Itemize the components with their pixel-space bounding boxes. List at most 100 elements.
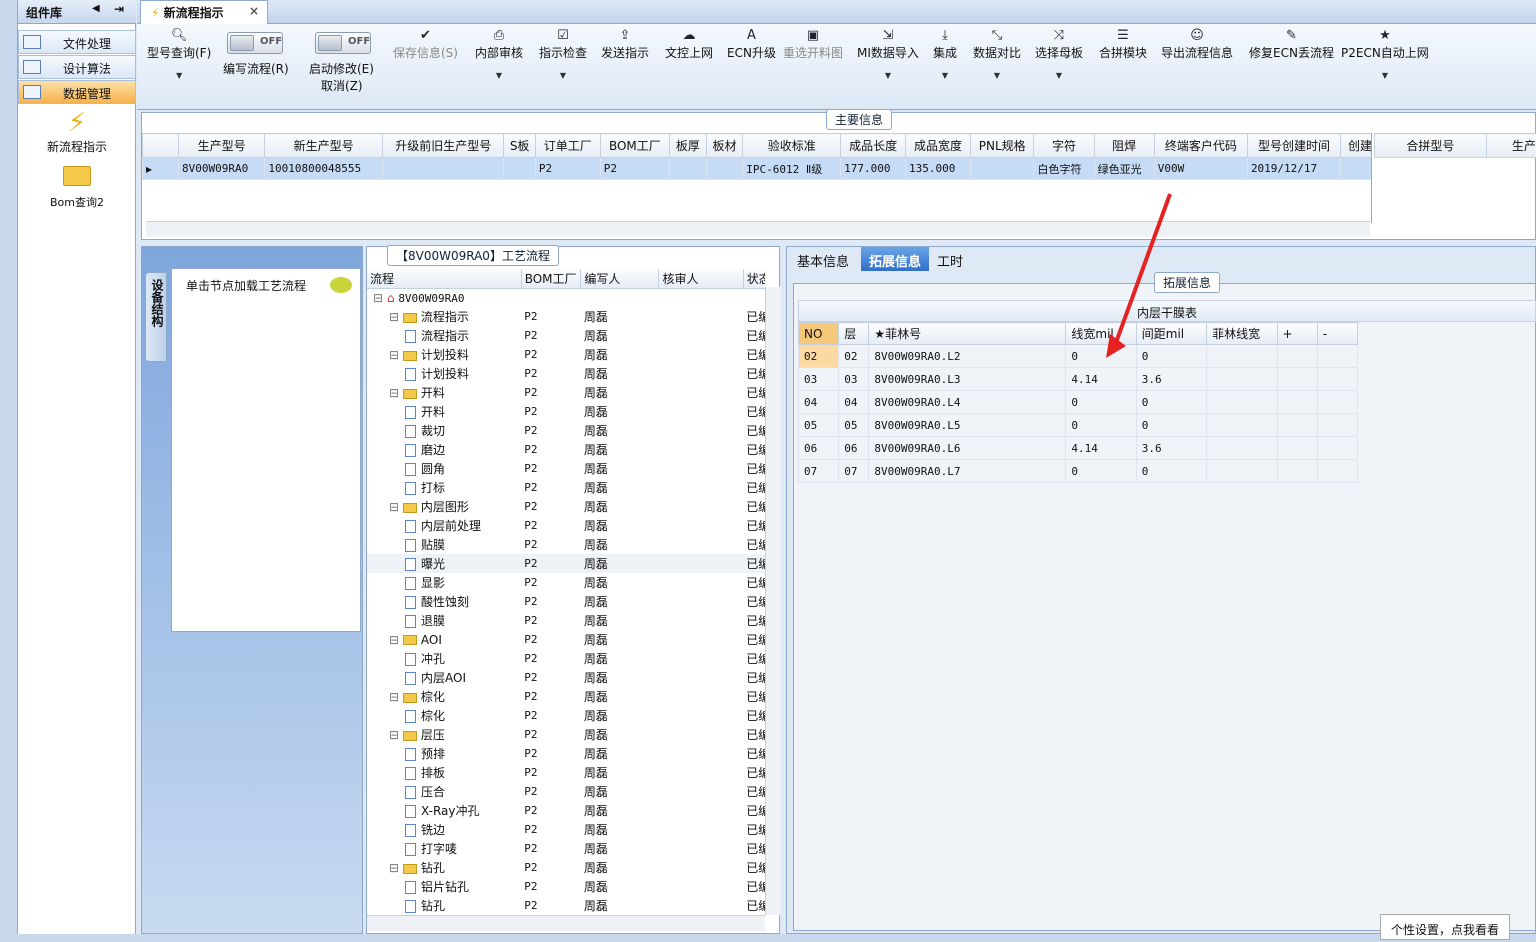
tree-row[interactable]: ⊟ ⌂ 8V00W09RA0 <box>367 288 765 307</box>
grid-cell[interactable] <box>1316 413 1359 437</box>
grid-cell[interactable] <box>1316 459 1359 483</box>
grid-cell[interactable] <box>1316 390 1359 414</box>
internal-review-button[interactable]: ⎙ 内部审核 ▼ <box>475 28 523 80</box>
grid-cell[interactable]: IPC-6012 Ⅱ级 <box>742 157 842 180</box>
grid-cell[interactable]: 2019/12/17 <box>1246 157 1342 180</box>
tree-row[interactable]: 圆角 P2 周磊 已编写 <box>367 459 765 478</box>
merge-module-button[interactable]: ☰ 合拼模块 <box>1099 28 1147 61</box>
nav-data-management[interactable]: 数据管理 <box>18 80 136 104</box>
grid-cell[interactable] <box>669 157 707 180</box>
model-query-button[interactable]: 🔍︎ 型号查询(F) ▼ <box>147 28 211 80</box>
collapse-toggle-icon[interactable]: ⊟ <box>389 386 403 400</box>
tree-row[interactable]: ⊟ 棕化 P2 周磊 已编写 <box>367 687 765 706</box>
grid-cell[interactable] <box>1206 390 1278 414</box>
column-header[interactable]: + <box>1276 322 1318 345</box>
grid-cell[interactable]: 03 <box>797 367 840 391</box>
send-instruction-button[interactable]: ⇪ 发送指示 <box>601 28 649 61</box>
grid-cell[interactable] <box>1316 367 1359 391</box>
collapse-toggle-icon[interactable]: ⊟ <box>389 633 403 647</box>
nav-file-processing[interactable]: 文件处理 <box>18 30 136 54</box>
column-header[interactable]: 状态 <box>743 269 765 289</box>
tree-row[interactable]: ⊟ 流程指示 P2 周磊 已编写 <box>367 307 765 326</box>
grid-cell[interactable]: 02 <box>838 344 870 368</box>
grid-cell[interactable]: 04 <box>797 390 840 414</box>
tab-work-hours[interactable]: 工时 <box>929 247 971 271</box>
grid-cell[interactable]: V00W <box>1153 157 1248 180</box>
column-header[interactable]: 创建人 <box>1340 133 1371 158</box>
collapse-toggle-icon[interactable]: ⊟ <box>389 728 403 742</box>
grid-cell[interactable]: 8V00W09RA0.L4 <box>868 390 1067 414</box>
grid-cell[interactable]: 0 <box>1065 459 1137 483</box>
personal-settings-tip[interactable]: 个性设置，点我看看 <box>1380 914 1510 940</box>
column-header[interactable]: PNL规格 <box>969 133 1035 158</box>
grid-cell[interactable]: 0 <box>1135 413 1208 437</box>
column-header[interactable]: 升级前旧生产型号 <box>381 133 505 158</box>
save-info-button[interactable]: ✔ 保存信息(S) <box>393 28 458 61</box>
grid-cell[interactable] <box>1316 344 1359 368</box>
tab-new-flow[interactable]: ⚡ 新流程指示 × <box>140 0 268 24</box>
grid-cell[interactable]: 05 <box>797 413 840 437</box>
column-header[interactable]: 生产型 <box>1485 133 1536 158</box>
tree-row[interactable]: 退膜 P2 周磊 已编写 <box>367 611 765 630</box>
export-flow-button[interactable]: ☺ 导出流程信息 <box>1161 28 1233 61</box>
column-header[interactable]: ★菲林号 <box>868 322 1067 345</box>
table-row[interactable]: 05 05 8V00W09RA0.L5 0 0 <box>797 413 1359 437</box>
grid-cell[interactable]: 8V00W09RA0.L7 <box>868 459 1067 483</box>
collapse-toggle-icon[interactable]: ⊟ <box>389 861 403 875</box>
tree-row[interactable]: 铣边 P2 周磊 已编写 <box>367 820 765 839</box>
column-header[interactable]: 字符 <box>1033 133 1095 158</box>
column-header[interactable]: BOM工厂 <box>521 269 582 289</box>
bom-query-shortcut[interactable]: Bom查询2 <box>18 166 136 210</box>
tree-row[interactable]: 磨边 P2 周磊 已编写 <box>367 440 765 459</box>
main-horizontal-scrollbar[interactable] <box>146 221 1370 237</box>
grid-cell[interactable] <box>1206 459 1278 483</box>
p2ecn-auto-online-button[interactable]: ★ P2ECN自动上网 ▼ <box>1341 28 1429 80</box>
mi-import-button[interactable]: ⇲ MI数据导入 ▼ <box>857 28 919 80</box>
grid-cell[interactable]: 06 <box>838 436 870 460</box>
equipment-structure-tab[interactable]: 设备结构 <box>145 272 167 362</box>
grid-cell[interactable]: P2 <box>599 157 671 180</box>
column-header[interactable]: 核审人 <box>658 269 744 289</box>
write-flow-toggle[interactable]: OFF <box>227 32 283 54</box>
tree-row[interactable]: 内层前处理 P2 周磊 已编写 <box>367 516 765 535</box>
ecn-upgrade-button[interactable]: A ECN升级 <box>727 28 776 61</box>
collapse-toggle-icon[interactable]: ⊟ <box>373 291 387 305</box>
grid-cell[interactable] <box>1340 157 1371 180</box>
tree-row[interactable]: 压合 P2 周磊 已编写 <box>367 782 765 801</box>
grid-cell[interactable]: 8V00W09RA0.L2 <box>868 344 1067 368</box>
grid-cell[interactable]: 135.000 <box>905 157 971 180</box>
grid-cell[interactable] <box>503 157 536 180</box>
tree-row[interactable]: 预排 P2 周磊 已编写 <box>367 744 765 763</box>
column-header[interactable]: 成品宽度 <box>905 133 971 158</box>
start-modify-toggle[interactable]: OFF <box>315 32 371 54</box>
integrate-button[interactable]: ⤓ 集成 ▼ <box>933 28 957 80</box>
column-header[interactable]: 生产型号 <box>177 133 266 158</box>
grid-cell[interactable] <box>1316 436 1359 460</box>
tree-row[interactable]: 酸性蚀刻 P2 周磊 已编写 <box>367 592 765 611</box>
data-compare-button[interactable]: ⤡ 数据对比 ▼ <box>973 28 1021 80</box>
tree-vertical-scrollbar[interactable] <box>765 287 781 915</box>
grid-cell[interactable] <box>1206 413 1278 437</box>
grid-cell[interactable] <box>381 157 505 180</box>
tree-horizontal-scrollbar[interactable] <box>367 915 765 931</box>
grid-cell[interactable]: 8V00W09RA0.L5 <box>868 413 1067 437</box>
table-row[interactable]: 02 02 8V00W09RA0.L2 0 0 <box>797 344 1359 368</box>
tab-extended-info[interactable]: 拓展信息 <box>861 247 930 271</box>
grid-cell[interactable]: 4.14 <box>1065 367 1137 391</box>
tree-row[interactable]: X-Ray冲孔 P2 周磊 已编写 <box>367 801 765 820</box>
column-header[interactable]: S板 <box>503 133 536 158</box>
instruction-check-button[interactable]: ☑ 指示检查 ▼ <box>539 28 587 80</box>
tree-row[interactable]: 贴膜 P2 周磊 已编写 <box>367 535 765 554</box>
grid-cell[interactable]: 3.6 <box>1135 367 1208 391</box>
select-mother-board-button[interactable]: ⤨ 选择母板 ▼ <box>1035 28 1083 80</box>
column-header[interactable]: 编写人 <box>580 269 660 289</box>
grid-cell[interactable] <box>1276 459 1318 483</box>
grid-cell[interactable]: 0 <box>1065 413 1137 437</box>
grid-cell[interactable]: 02 <box>797 344 840 368</box>
tree-row[interactable]: 显影 P2 周磊 已编写 <box>367 573 765 592</box>
tree-row[interactable]: 冲孔 P2 周磊 已编写 <box>367 649 765 668</box>
column-header[interactable]: 新生产型号 <box>264 133 383 158</box>
column-header[interactable]: 验收标准 <box>742 133 842 158</box>
column-header[interactable]: 型号创建时间 <box>1246 133 1342 158</box>
grid-cell[interactable]: 03 <box>838 367 870 391</box>
